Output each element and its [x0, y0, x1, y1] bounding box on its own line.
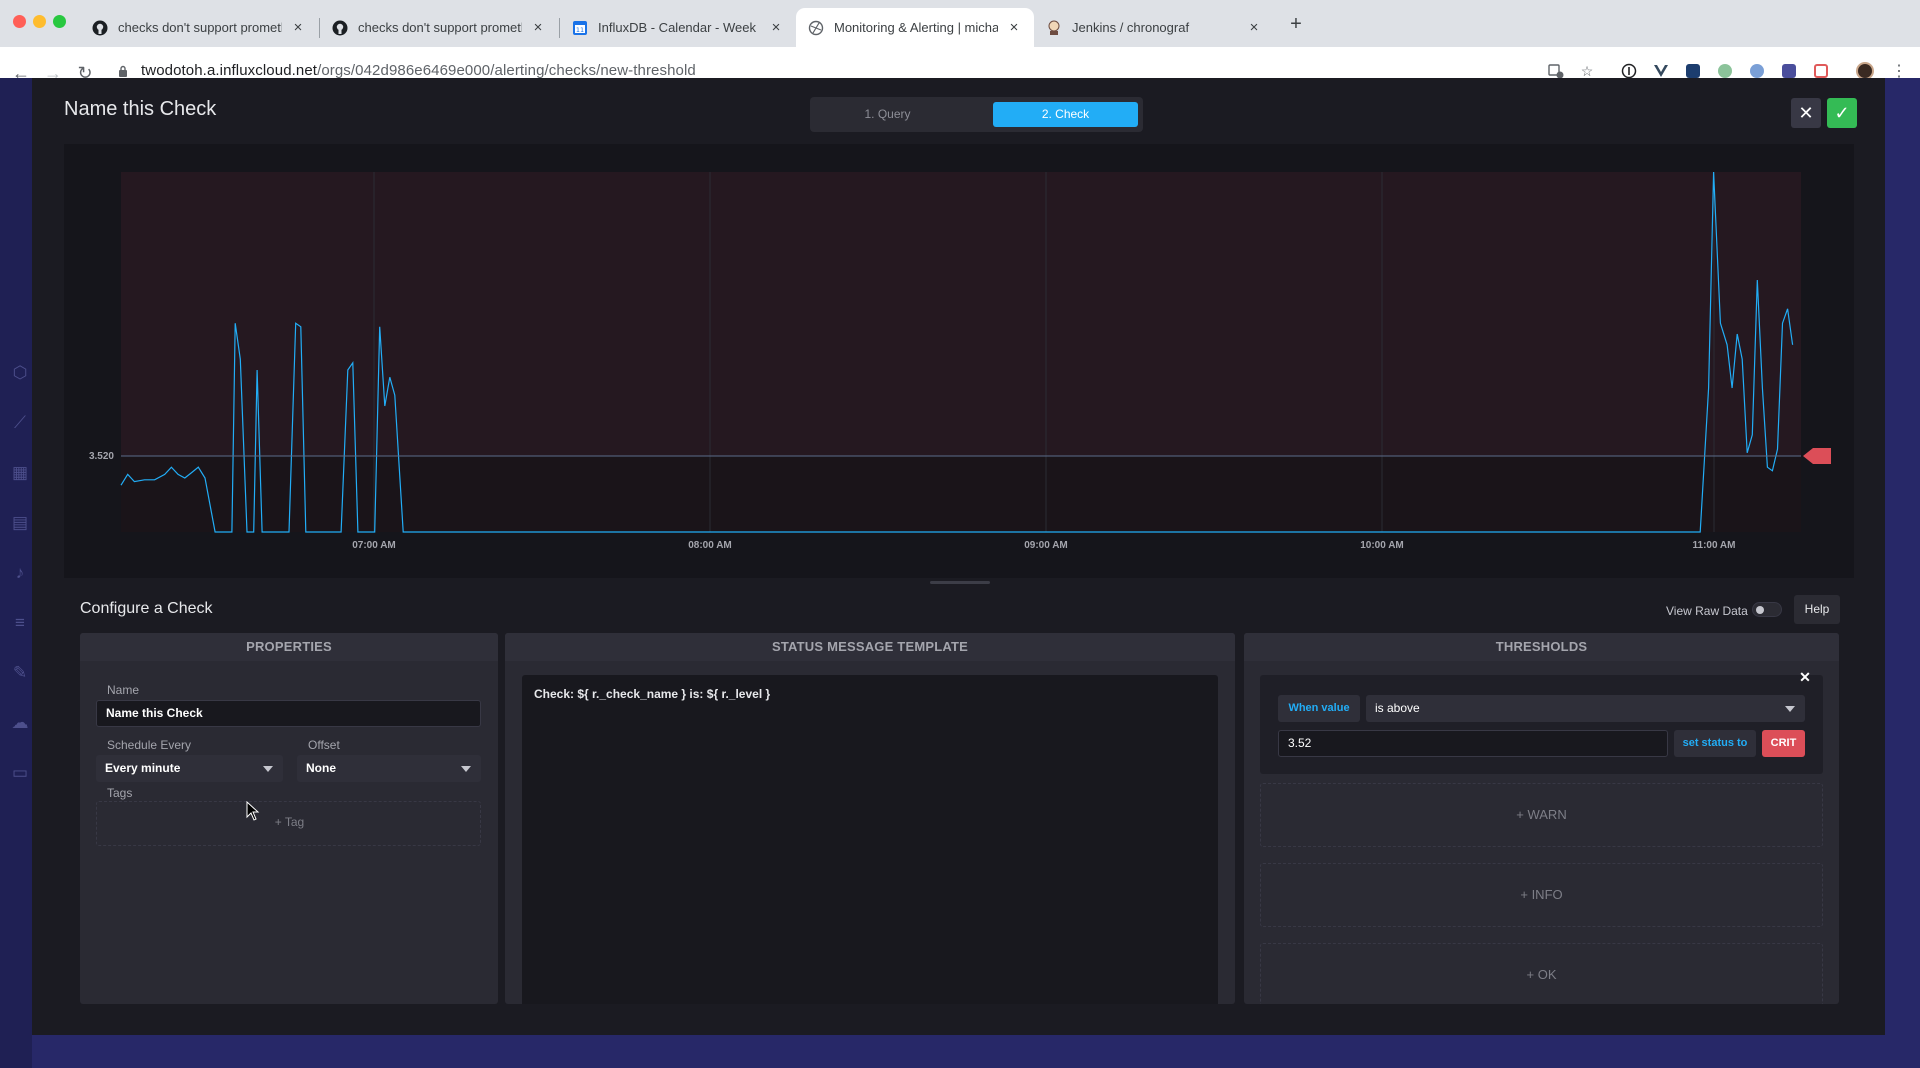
threshold-value-input[interactable]: 3.52: [1278, 730, 1668, 757]
cloud-icon[interactable]: ☁: [10, 713, 30, 733]
window-zoom-button[interactable]: [53, 15, 66, 28]
panel-resize-handle[interactable]: [930, 581, 990, 584]
set-status-label: set status to: [1674, 730, 1756, 757]
view-raw-data-label: View Raw Data: [1666, 604, 1748, 618]
offset-dropdown[interactable]: None: [297, 755, 481, 782]
add-warn-button[interactable]: + WARN: [1260, 783, 1823, 847]
schedule-every-dropdown[interactable]: Every minute: [96, 755, 283, 782]
crit-threshold-card: When value is above 3.52 set status to C…: [1260, 675, 1823, 774]
browser-tab-bar: checks don't support prometheus × checks…: [0, 0, 1920, 47]
crit-zone: [121, 172, 1801, 456]
x-axis-ticks: 07:00 AM 08:00 AM 09:00 AM 10:00 AM 11:00 AM: [352, 540, 1735, 551]
threshold-value-label: 3.520: [89, 451, 114, 462]
jenkins-icon: [1046, 20, 1062, 36]
x-tick-label: 09:00 AM: [1024, 540, 1068, 551]
database-icon[interactable]: ≡: [10, 613, 30, 633]
new-tab-button[interactable]: +: [1285, 13, 1307, 35]
url-host: twodotoh.a.influxcloud.net: [141, 62, 318, 79]
tasks-calendar-icon[interactable]: ▤: [10, 513, 30, 533]
view-raw-data-toggle[interactable]: [1752, 602, 1782, 617]
tab-title: Monitoring & Alerting | michael@: [834, 20, 998, 35]
thresholds-header: THRESHOLDS: [1244, 633, 1839, 661]
alerting-bell-icon[interactable]: ♪: [10, 563, 30, 583]
url-path: /orgs/042d986e6469e000/alerting/checks/n…: [317, 62, 696, 79]
check-name-title[interactable]: Name this Check: [64, 98, 216, 121]
schedule-every-value: Every minute: [105, 761, 181, 775]
mouse-cursor-icon: [246, 801, 260, 821]
side-nav: ⬡ ⟋ ▦ ▤ ♪ ≡ ✎ ☁ ▭: [0, 78, 32, 1068]
query-step-tab[interactable]: 1. Query: [815, 102, 960, 127]
tab-title: InfluxDB - Calendar - Week of N: [598, 20, 760, 35]
check-graph: 07:00 AM 08:00 AM 09:00 AM 10:00 AM 11:00 AM…: [64, 144, 1854, 578]
tab-close-icon[interactable]: ×: [1246, 19, 1262, 36]
caret-down-icon: [461, 766, 471, 772]
github-icon: [332, 20, 348, 36]
x-tick-label: 11:00 AM: [1693, 540, 1736, 551]
help-button[interactable]: Help: [1794, 595, 1840, 624]
threshold-drag-handle[interactable]: [1803, 448, 1831, 464]
browser-tab[interactable]: 11 InfluxDB - Calendar - Week of N ×: [560, 8, 796, 47]
check-name-input[interactable]: Name this Check: [96, 700, 481, 727]
condition-value: is above: [1375, 701, 1420, 715]
browser-tab[interactable]: checks don't support prometheus ×: [80, 8, 318, 47]
save-check-button[interactable]: ✓: [1827, 98, 1857, 128]
address-bar[interactable]: twodotoh.a.influxcloud.net/orgs/042d986e…: [141, 62, 696, 79]
tags-area: + Tag: [96, 801, 481, 846]
name-label: Name: [107, 683, 140, 697]
offset-label: Offset: [308, 738, 340, 752]
window-minimize-button[interactable]: [33, 15, 46, 28]
properties-header: PROPERTIES: [80, 633, 498, 661]
check-editor-overlay: Name this Check 1. Query 2. Check ✕ ✓ 07…: [32, 78, 1885, 1035]
tags-label: Tags: [107, 786, 133, 800]
x-tick-label: 08:00 AM: [688, 540, 732, 551]
thresholds-panel: THRESHOLDS When value is above 3.52 set …: [1244, 633, 1839, 1004]
tab-title: Jenkins / chronograf: [1072, 20, 1190, 35]
browser-tab[interactable]: Jenkins / chronograf ×: [1034, 8, 1274, 47]
dashboards-icon[interactable]: ▦: [10, 463, 30, 483]
when-value-label: When value: [1278, 695, 1360, 722]
influxdb-icon: [808, 20, 824, 36]
settings-wrench-icon[interactable]: ✎: [10, 663, 30, 683]
github-icon: [92, 20, 108, 36]
step-switcher: 1. Query 2. Check: [810, 97, 1143, 132]
svg-text:11: 11: [576, 26, 584, 34]
toggle-knob: [1756, 606, 1764, 614]
add-info-button[interactable]: + INFO: [1260, 863, 1823, 927]
add-ok-button[interactable]: + OK: [1260, 943, 1823, 1004]
influxdb-app: ⬡ ⟋ ▦ ▤ ♪ ≡ ✎ ☁ ▭ Name this Check 1. Que…: [0, 78, 1920, 1068]
tab-title: checks don't support prometheus: [118, 20, 282, 35]
x-tick-label: 10:00 AM: [1360, 540, 1404, 551]
tab-close-icon[interactable]: ×: [530, 19, 546, 36]
configure-title: Configure a Check: [80, 600, 213, 617]
graph-icon[interactable]: ⟋: [10, 413, 30, 433]
schedule-every-label: Schedule Every: [107, 738, 192, 752]
properties-panel: PROPERTIES Name Name this Check Schedule…: [80, 633, 498, 1004]
status-message-editor[interactable]: Check: ${ r._check_name } is: ${ r._leve…: [522, 675, 1218, 1004]
remove-threshold-icon[interactable]: ✕: [1797, 669, 1813, 685]
tab-close-icon[interactable]: ×: [1006, 19, 1022, 36]
close-overlay-button[interactable]: ✕: [1791, 98, 1821, 128]
feedback-icon[interactable]: ▭: [10, 763, 30, 783]
tab-close-icon[interactable]: ×: [290, 19, 306, 36]
graph-svg: 07:00 AM 08:00 AM 09:00 AM 10:00 AM 11:00 AM…: [89, 171, 1831, 551]
offset-value: None: [306, 761, 336, 775]
x-tick-label: 07:00 AM: [352, 540, 396, 551]
window-close-button[interactable]: [13, 15, 26, 28]
status-message-panel: STATUS MESSAGE TEMPLATE Check: ${ r._che…: [505, 633, 1235, 1004]
caret-down-icon: [1785, 706, 1795, 712]
data-explorer-icon[interactable]: ⬡: [10, 363, 30, 383]
check-step-tab[interactable]: 2. Check: [993, 102, 1138, 127]
caret-down-icon: [263, 766, 273, 772]
status-message-header: STATUS MESSAGE TEMPLATE: [505, 633, 1235, 661]
browser-tab[interactable]: checks don't support prometheus ×: [320, 8, 558, 47]
crit-level-button[interactable]: CRIT: [1762, 730, 1805, 757]
browser-tab-active[interactable]: Monitoring & Alerting | michael@ ×: [796, 8, 1034, 47]
tab-close-icon[interactable]: ×: [768, 19, 784, 36]
add-tag-button[interactable]: + Tag: [97, 815, 482, 829]
condition-dropdown[interactable]: is above: [1366, 695, 1805, 722]
tab-title: checks don't support prometheus: [358, 20, 522, 35]
calendar-icon: 11: [572, 20, 588, 36]
